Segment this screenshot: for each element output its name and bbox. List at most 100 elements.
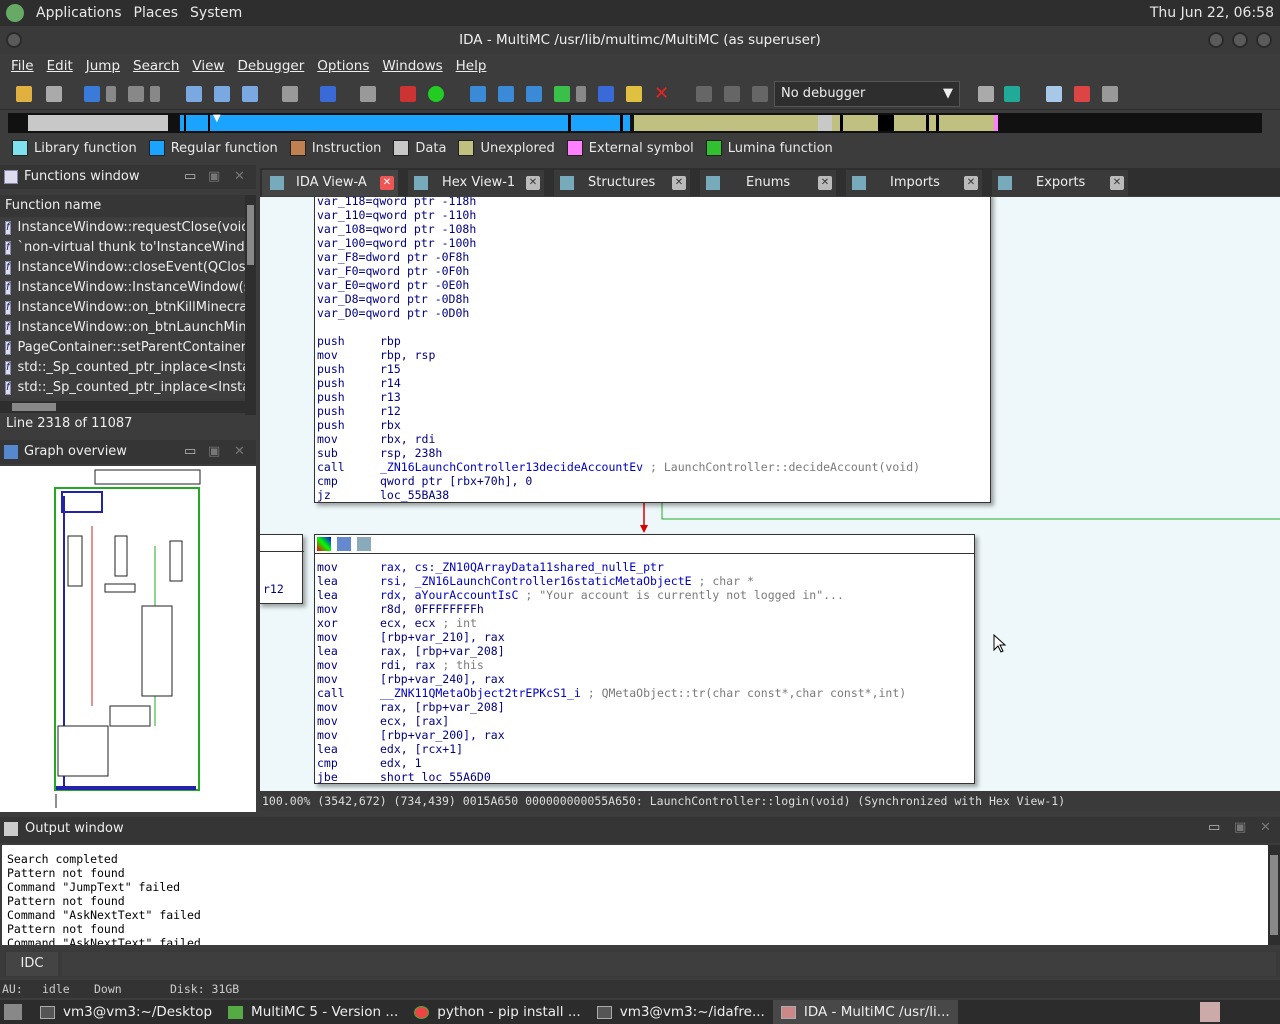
code-line[interactable]: push r13: [317, 390, 990, 404]
warning-icon[interactable]: [400, 86, 416, 102]
code-line[interactable]: sub rsp, 238h: [317, 446, 990, 460]
attach-icon[interactable]: [978, 86, 994, 102]
code-line[interactable]: jz loc_55BA38: [317, 488, 990, 502]
code-line[interactable]: lea rdx, aYourAccountIsC ; "Your account …: [317, 588, 974, 602]
command-input[interactable]: [62, 952, 1276, 976]
code-line[interactable]: xor ecx, ecx ; int: [317, 616, 974, 630]
vertical-scrollbar[interactable]: [245, 195, 256, 415]
add-struct-icon[interactable]: [498, 86, 514, 102]
menu-applications[interactable]: Applications: [36, 5, 122, 21]
minimize-icon[interactable]: [1208, 32, 1224, 48]
list-item[interactable]: f InstanceWindow::closeEvent(QCloseE: [0, 258, 245, 278]
graph-overview-header[interactable]: Graph overview ▭ ▣ ✕: [0, 440, 256, 464]
close-tab-icon[interactable]: ✕: [526, 176, 540, 190]
menu-jump[interactable]: Jump: [86, 58, 120, 74]
menu-search[interactable]: Search: [133, 58, 179, 74]
code-line[interactable]: mov ecx, [rax]: [317, 714, 974, 728]
code-line[interactable]: push rbp: [317, 334, 990, 348]
float-icon[interactable]: ▣: [208, 165, 220, 189]
function-name-column[interactable]: Function name: [0, 195, 245, 217]
forward-icon[interactable]: [128, 86, 144, 102]
window-menu-icon[interactable]: [6, 32, 22, 48]
color-icon[interactable]: [317, 537, 331, 551]
code-line[interactable]: var_D0=qword ptr -0D0h: [317, 306, 990, 320]
menu-system[interactable]: System: [190, 5, 242, 21]
code-block-login[interactable]: mov rax, cs:_ZN10QArrayData11shared_nullE…: [314, 534, 975, 784]
graph-icon[interactable]: [598, 86, 614, 102]
clock[interactable]: Thu Jun 22, 06:58: [1150, 5, 1274, 21]
list-item[interactable]: f InstanceWindow::on_btnKillMinecraf: [0, 298, 245, 318]
taskbar-item-active[interactable]: IDA - MultiMC /usr/li...: [772, 1000, 958, 1024]
code-line[interactable]: call _ZN16LaunchController13decideAccount…: [317, 460, 990, 474]
code-line[interactable]: var_F8=dword ptr -0F8h: [317, 250, 990, 264]
code-line[interactable]: push r15: [317, 362, 990, 376]
code-line[interactable]: lea rax, [rbp+var_208]: [317, 644, 974, 658]
debug-pause-icon[interactable]: [724, 86, 740, 102]
float-icon[interactable]: ▣: [208, 440, 220, 464]
code-line[interactable]: push r14: [317, 376, 990, 390]
restore-icon[interactable]: ▭: [184, 440, 196, 464]
add-func-icon[interactable]: [470, 86, 486, 102]
restore-icon[interactable]: ▭: [184, 165, 196, 189]
graph-overview[interactable]: [0, 466, 256, 812]
graph-canvas[interactable]: var_118=qword ptr -118h var_110=qword ptr…: [260, 197, 1280, 791]
menu-places[interactable]: Places: [134, 5, 179, 21]
code-line[interactable]: cmp edx, 1: [317, 756, 974, 770]
menu-debugger[interactable]: Debugger: [237, 58, 304, 74]
code-line[interactable]: mov rax, [rbp+var_208]: [317, 700, 974, 714]
list-item[interactable]: f InstanceWindow::InstanceWindow(st: [0, 278, 245, 298]
code-line[interactable]: var_118=qword ptr -118h: [317, 197, 990, 208]
add-xref-icon[interactable]: [554, 86, 570, 102]
code-line[interactable]: call __ZNK11QMetaObject2trEPKcS1_i ; QMet…: [317, 686, 974, 700]
close-icon[interactable]: ✕: [1260, 820, 1271, 835]
add-enum-icon[interactable]: [526, 86, 542, 102]
list-item[interactable]: f `non-virtual thunk to'InstanceWindow: [0, 238, 245, 258]
code-line[interactable]: lea rsi, _ZN16LaunchController16staticMet…: [317, 574, 974, 588]
code-line[interactable]: mov [rbp+var_240], rax: [317, 672, 974, 686]
back-icon[interactable]: [84, 86, 100, 102]
list-item[interactable]: f InstanceWindow::requestClose(void): [0, 218, 245, 238]
restore-icon[interactable]: ▭: [1208, 820, 1220, 835]
menu-help[interactable]: Help: [456, 58, 487, 74]
close-tab-icon[interactable]: ✕: [964, 176, 978, 190]
close-icon[interactable]: ✕: [234, 440, 245, 464]
list-item[interactable]: f std::_Sp_counted_ptr_inplace<Instan: [0, 358, 245, 378]
save-icon[interactable]: [46, 86, 62, 102]
close-tab-icon[interactable]: ✕: [1110, 176, 1124, 190]
menu-options[interactable]: Options: [317, 58, 369, 74]
functions-list[interactable]: f InstanceWindow::requestClose(void) f `no…: [0, 218, 245, 398]
tab-enums[interactable]: Enums ✕: [700, 170, 836, 196]
code-line[interactable]: var_E0=qword ptr -0E0h: [317, 278, 990, 292]
code-line[interactable]: mov rbx, rdi: [317, 432, 990, 446]
menu-edit[interactable]: Edit: [47, 58, 73, 74]
open-file-icon[interactable]: [16, 86, 32, 102]
unexplored-view-icon[interactable]: [242, 86, 258, 102]
breakpoint-icon[interactable]: [1074, 86, 1090, 102]
maximize-icon[interactable]: [1232, 32, 1248, 48]
code-line[interactable]: lea edx, [rcx+1]: [317, 742, 974, 756]
tab-structures[interactable]: Structures ✕: [554, 170, 690, 196]
close-icon[interactable]: ✕: [234, 165, 245, 189]
data-view-icon[interactable]: [214, 86, 230, 102]
horizontal-scrollbar[interactable]: [0, 401, 245, 413]
navigation-band[interactable]: ▼: [8, 113, 1262, 133]
code-block-entry[interactable]: var_118=qword ptr -118h var_110=qword ptr…: [314, 197, 991, 503]
jump-icon[interactable]: [320, 86, 336, 102]
delete-icon[interactable]: ✕: [654, 85, 670, 103]
menu-file[interactable]: File: [11, 58, 34, 74]
functions-window-header[interactable]: Functions window ▭ ▣ ✕: [0, 165, 256, 189]
list-item[interactable]: f InstanceWindow::on_btnLaunchMine: [0, 318, 245, 338]
taskbar-item[interactable]: vm3@vm3:~/Desktop: [32, 1000, 220, 1024]
tools-icon[interactable]: [360, 86, 376, 102]
close-tab-icon[interactable]: ✕: [380, 176, 394, 190]
code-line[interactable]: var_100=qword ptr -100h: [317, 236, 990, 250]
menu-view[interactable]: View: [192, 58, 224, 74]
debug-start-icon[interactable]: [696, 86, 712, 102]
refresh-icon[interactable]: [1004, 86, 1020, 102]
xref-dropdown-icon[interactable]: [576, 86, 586, 102]
rename-icon[interactable]: [337, 537, 351, 551]
output-window-header[interactable]: Output window ▭ ▣ ✕: [0, 817, 1280, 843]
list-item[interactable]: f std::_Sp_counted_ptr_inplace<Instan: [0, 378, 245, 398]
code-line[interactable]: jbe short loc_55A6D0: [317, 770, 974, 784]
tab-imports[interactable]: Imports ✕: [846, 170, 982, 196]
